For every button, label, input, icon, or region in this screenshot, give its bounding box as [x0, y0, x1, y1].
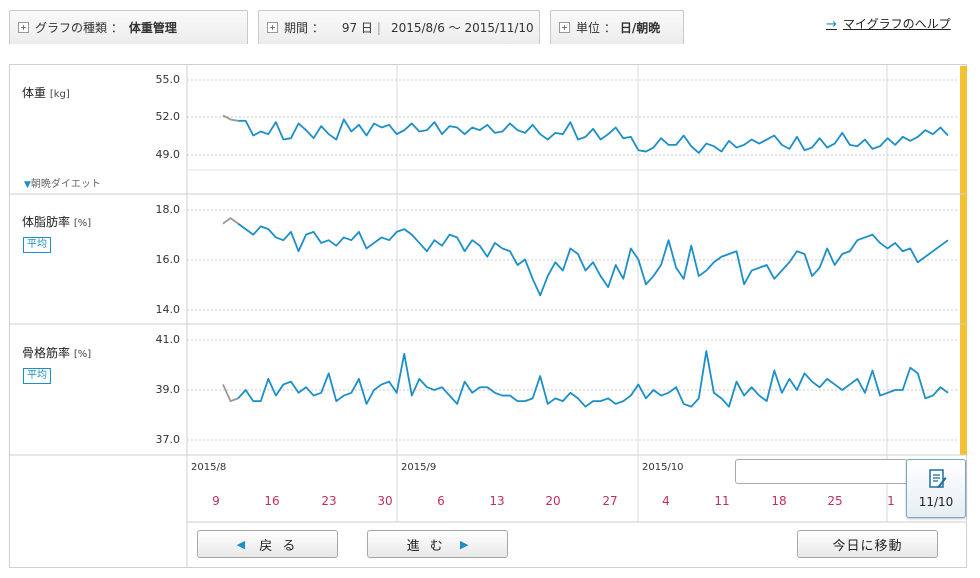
- day-label: 11: [714, 494, 730, 508]
- triangle-left-icon: ◀: [236, 537, 246, 551]
- series-line-1: [238, 118, 949, 154]
- series-lead-in-line: [222, 114, 239, 122]
- diet-toggle[interactable]: ▼朝晩ダイエット: [24, 175, 101, 190]
- weight-title: 体重: [22, 86, 47, 100]
- y-tick: 16.0: [155, 253, 181, 266]
- y-tick: 49.0: [155, 148, 181, 161]
- back-button-label: 戻 る: [259, 538, 299, 554]
- series-lead-in-line: [222, 216, 239, 225]
- weight-panel-title: 体重 [kg]: [22, 84, 70, 101]
- day-label: 25: [827, 494, 843, 508]
- series-lead-in-line: [222, 384, 239, 403]
- diet-label: 朝晩ダイエット: [30, 179, 101, 190]
- y-tick: 52.0: [155, 110, 181, 123]
- month-label: 2015/9: [401, 462, 437, 473]
- memo-date-tile[interactable]: 11/10: [906, 459, 966, 518]
- y-tick: 39.0: [155, 383, 181, 396]
- memo-date-label: 11/10: [918, 495, 954, 509]
- day-label: 13: [489, 494, 505, 508]
- triangle-right-icon: ▶: [459, 537, 469, 551]
- y-tick: 14.0: [155, 303, 181, 316]
- day-label: 18: [771, 494, 787, 508]
- weight-unit: [kg]: [49, 89, 70, 100]
- bodyfat-title: 体脂肪率: [22, 215, 71, 229]
- forward-button[interactable]: 進 む ▶: [367, 530, 508, 558]
- day-label: 4: [662, 494, 670, 508]
- back-button[interactable]: ◀ 戻 る: [197, 530, 338, 558]
- today-button[interactable]: 今日に移動: [797, 530, 938, 558]
- day-label: 20: [545, 494, 561, 508]
- series-line-3: [237, 350, 949, 408]
- day-label: 16: [264, 494, 280, 508]
- day-label: 30: [377, 494, 393, 508]
- bodyfat-average-badge[interactable]: 平均: [23, 237, 51, 253]
- muscle-title: 骨格筋率: [22, 346, 71, 360]
- muscle-panel-title: 骨格筋率 [%]: [22, 344, 91, 361]
- day-label: 1: [887, 494, 895, 508]
- day-label: 6: [437, 494, 445, 508]
- day-label: 9: [212, 494, 220, 508]
- forward-button-label: 進 む: [406, 538, 446, 554]
- bodyfat-panel-title: 体脂肪率 [%]: [22, 213, 91, 230]
- today-button-label: 今日に移動: [832, 538, 903, 554]
- graph-grid: [10, 65, 966, 567]
- day-label: 23: [321, 494, 337, 508]
- triangle-down-icon: ▼: [24, 180, 31, 190]
- bodyfat-unit: [%]: [73, 218, 92, 229]
- y-tick: 55.0: [155, 73, 181, 86]
- month-label: 2015/10: [642, 462, 684, 473]
- muscle-unit: [%]: [73, 349, 92, 360]
- day-label: 27: [602, 494, 618, 508]
- memo-edit-icon: [929, 469, 947, 488]
- memo-input[interactable]: [735, 459, 908, 484]
- y-tick: 37.0: [155, 433, 181, 446]
- y-tick: 18.0: [155, 203, 181, 216]
- muscle-average-badge[interactable]: 平均: [23, 368, 51, 384]
- month-label: 2015/8: [191, 462, 227, 473]
- y-tick: 41.0: [155, 333, 181, 346]
